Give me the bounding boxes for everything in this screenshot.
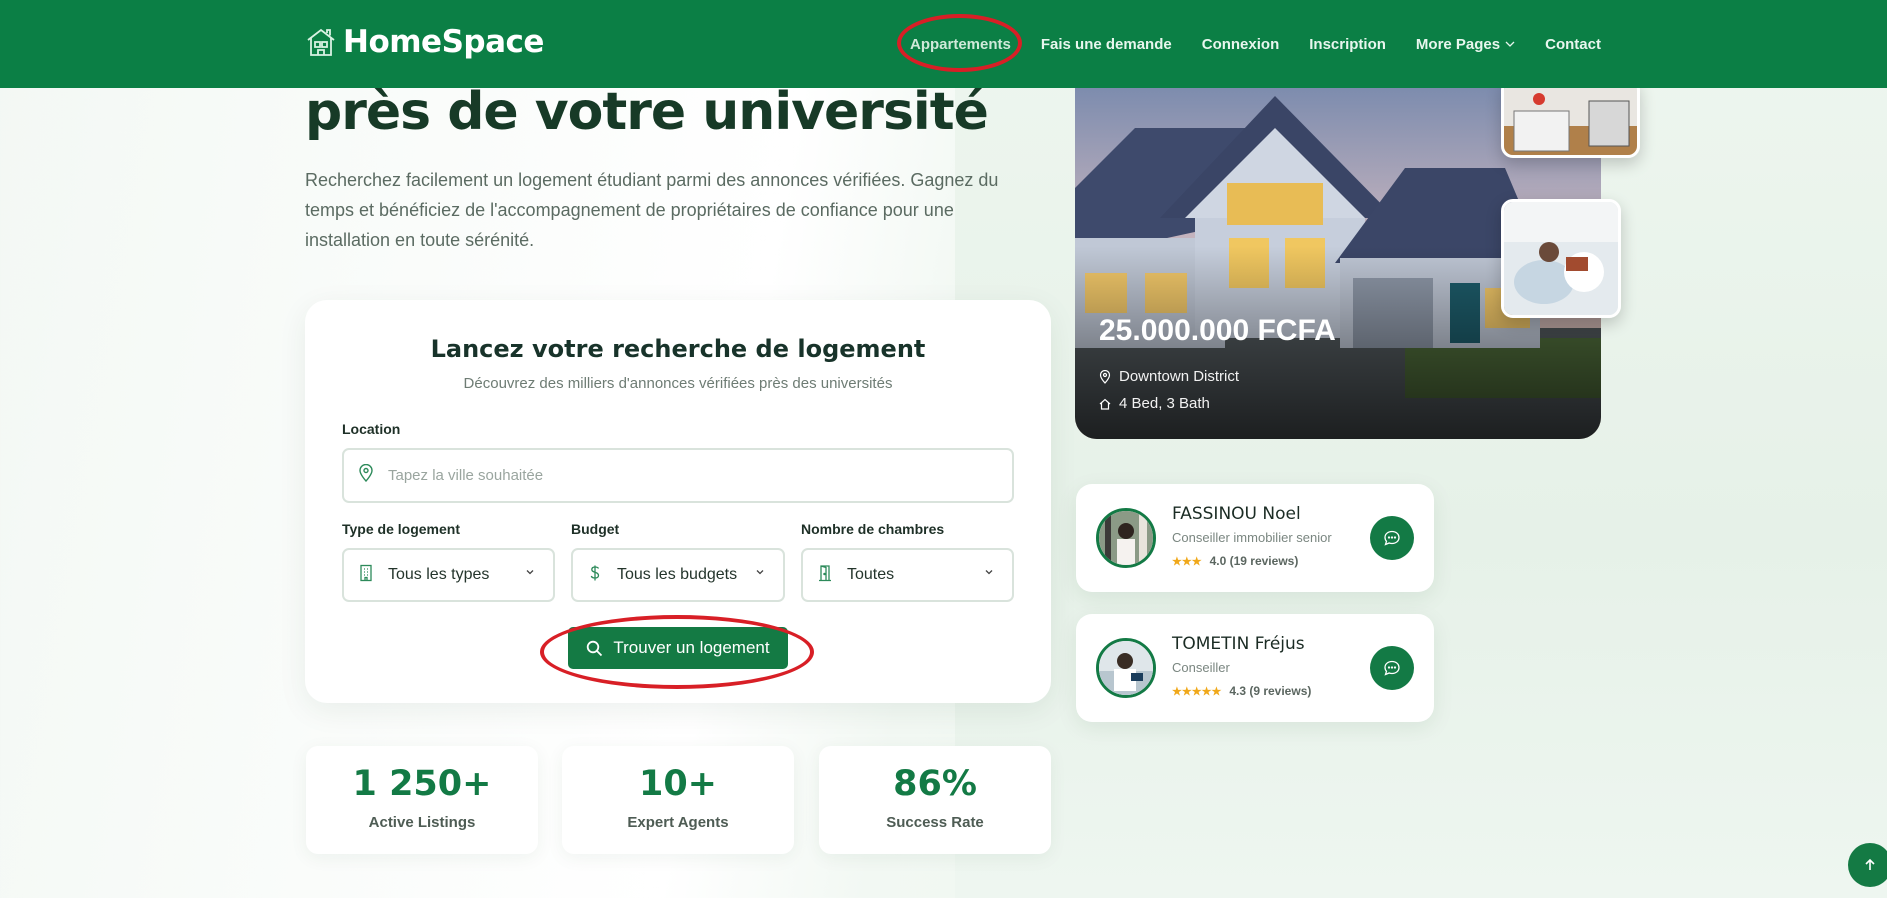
chat-icon xyxy=(1384,530,1400,546)
agent-name: FASSINOU Noel xyxy=(1172,504,1301,524)
rooms-select[interactable]: Toutes xyxy=(801,548,1014,602)
nav-more-pages-label: More Pages xyxy=(1415,35,1501,53)
location-label: Location xyxy=(342,421,401,437)
property-thumbnail-2[interactable] xyxy=(1501,199,1621,318)
type-select[interactable]: Tous les types xyxy=(342,548,555,602)
agent-rating-text: 4.0 (19 reviews) xyxy=(1209,554,1299,568)
agent-role: Conseiller immobilier senior xyxy=(1172,530,1332,545)
map-pin-icon xyxy=(359,464,373,482)
location-field xyxy=(342,448,1014,503)
find-housing-label: Trouver un logement xyxy=(613,638,770,657)
chat-icon xyxy=(1384,660,1400,676)
location-input[interactable] xyxy=(344,450,1012,501)
property-price: 25.000.000 FCFA xyxy=(1099,314,1336,347)
type-label: Type de logement xyxy=(342,521,460,537)
stat-card-agents: 10+ Expert Agents xyxy=(562,746,794,854)
chevron-down-icon xyxy=(985,570,993,575)
site-header: HomeSpace Appartements Fais une demande … xyxy=(0,0,1887,88)
agent-rating: ★★★★★ 4.3 (9 reviews) xyxy=(1172,684,1311,698)
property-details: 4 Bed, 3 Bath xyxy=(1099,395,1210,412)
nav-inscription[interactable]: Inscription xyxy=(1294,36,1401,53)
agent-card: TOMETIN Fréjus Conseiller ★★★★★ 4.3 (9 r… xyxy=(1076,614,1434,722)
map-pin-icon xyxy=(1099,369,1111,384)
house-logo-icon xyxy=(307,28,335,56)
main-nav: Appartements Fais une demande Connexion … xyxy=(895,0,1616,88)
stat-label: Active Listings xyxy=(368,814,476,831)
brand-name: HomeSpace xyxy=(343,24,544,60)
agent-role: Conseiller xyxy=(1172,660,1230,675)
stat-card-success: 86% Success Rate xyxy=(819,746,1051,854)
interior-photo xyxy=(1504,81,1637,155)
arrow-up-icon xyxy=(1865,858,1875,870)
property-details-text: 4 Bed, 3 Bath xyxy=(1119,395,1210,412)
brand-logo[interactable]: HomeSpace xyxy=(305,24,544,60)
hero-description: Recherchez facilement un logement étudia… xyxy=(305,170,999,250)
property-location: Downtown District xyxy=(1099,368,1239,385)
stat-value: 1 250+ xyxy=(352,764,492,804)
search-icon xyxy=(587,640,603,656)
dollar-icon xyxy=(590,565,600,581)
stat-value: 86% xyxy=(893,764,977,804)
scroll-to-top-button[interactable] xyxy=(1848,843,1887,887)
stat-label: Expert Agents xyxy=(627,814,729,831)
building-icon xyxy=(360,564,372,582)
door-icon xyxy=(819,565,831,582)
stat-value: 10+ xyxy=(638,764,718,804)
type-select-value: Tous les types xyxy=(388,566,490,583)
study-photo xyxy=(1504,202,1618,315)
property-thumbnail-1[interactable] xyxy=(1501,78,1640,158)
property-location-text: Downtown District xyxy=(1119,368,1240,385)
rooms-select-value: Toutes xyxy=(847,566,895,583)
nav-fais-une-demande[interactable]: Fais une demande xyxy=(1026,36,1187,53)
rooms-label: Nombre de chambres xyxy=(801,521,945,537)
chevron-down-icon xyxy=(756,570,764,575)
agent-rating-text: 4.3 (9 reviews) xyxy=(1229,684,1312,698)
star-icons: ★★★ xyxy=(1172,555,1202,568)
avatar-photo xyxy=(1099,511,1153,565)
budget-select-value: Tous les budgets xyxy=(617,566,738,583)
avatar xyxy=(1096,638,1156,698)
stat-card-listings: 1 250+ Active Listings xyxy=(306,746,538,854)
stat-label: Success Rate xyxy=(886,814,984,831)
agent-name: TOMETIN Fréjus xyxy=(1172,634,1305,654)
nav-more-pages[interactable]: More Pages xyxy=(1401,36,1530,53)
chevron-down-icon xyxy=(526,570,534,575)
budget-select[interactable]: Tous les budgets xyxy=(571,548,785,602)
nav-appartements[interactable]: Appartements xyxy=(895,36,1026,53)
avatar xyxy=(1096,508,1156,568)
agent-rating: ★★★ 4.0 (19 reviews) xyxy=(1172,554,1298,568)
chevron-down-icon xyxy=(1505,41,1515,47)
home-icon xyxy=(1099,398,1111,410)
chat-button[interactable] xyxy=(1370,516,1414,560)
find-housing-button[interactable]: Trouver un logement xyxy=(568,627,788,669)
agent-card: FASSINOU Noel Conseiller immobilier seni… xyxy=(1076,484,1434,592)
budget-label: Budget xyxy=(571,521,620,537)
avatar-photo xyxy=(1099,641,1153,695)
nav-contact[interactable]: Contact xyxy=(1530,36,1616,53)
star-icons: ★★★★★ xyxy=(1172,685,1222,698)
nav-connexion[interactable]: Connexion xyxy=(1187,36,1295,53)
hero-title: près de votre université xyxy=(305,82,989,142)
chat-button[interactable] xyxy=(1370,646,1414,690)
